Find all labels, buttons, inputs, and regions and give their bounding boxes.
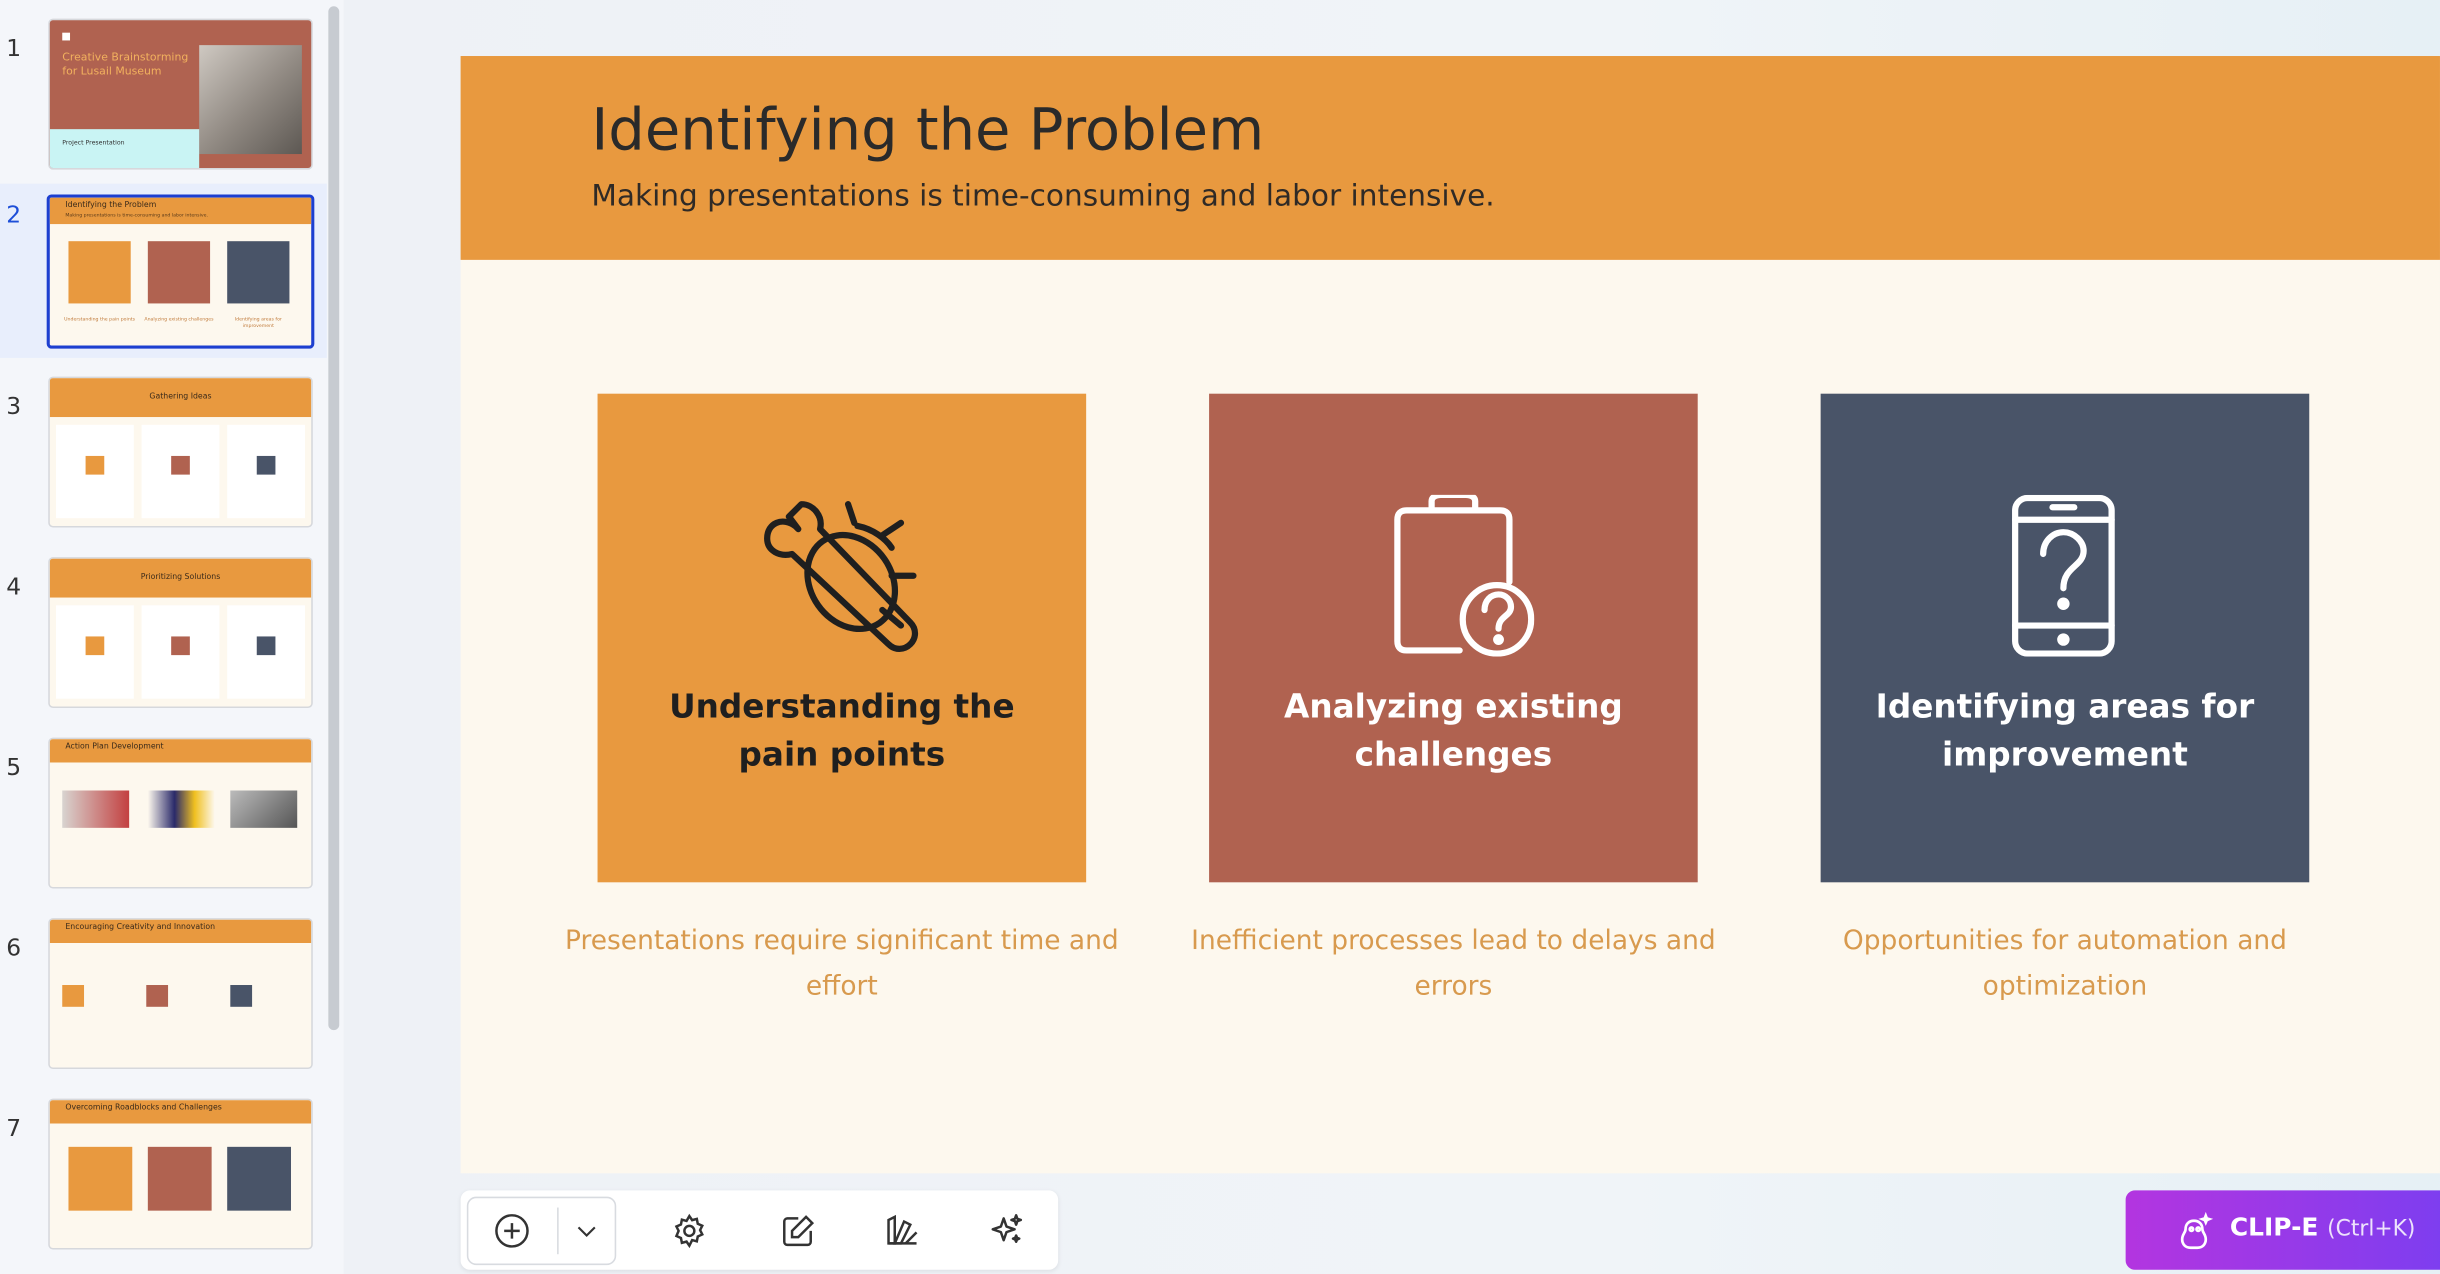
slide-thumbnail-3[interactable]: 3 Gathering Ideas bbox=[0, 376, 327, 551]
museum-photo bbox=[199, 45, 302, 155]
slide-thumbnail-preview[interactable]: Prioritizing Solutions bbox=[48, 557, 313, 709]
slide-thumbnail-7[interactable]: 7 Overcoming Roadblocks and Challenges bbox=[0, 1098, 327, 1273]
phone-question-icon bbox=[2012, 494, 2115, 657]
thumb-presenter: Project Presentation bbox=[62, 138, 125, 147]
card-caption: Inefficient processes lead to delays and… bbox=[1191, 925, 1716, 1003]
slide-number: 1 bbox=[6, 34, 22, 63]
card-label: Analyzing existing challenges bbox=[1284, 687, 1623, 774]
thumb-card bbox=[147, 241, 211, 304]
thumb-icon bbox=[146, 985, 169, 1007]
design-button[interactable] bbox=[871, 1200, 933, 1262]
card-label: Understanding the pain points bbox=[669, 687, 1015, 774]
slide-thumbnail-preview[interactable]: Overcoming Roadblocks and Challenges bbox=[48, 1098, 313, 1250]
thumb-title: Identifying the Problem bbox=[65, 200, 157, 211]
slide-number: 7 bbox=[6, 1114, 22, 1143]
clip-e-shortcut: (Ctrl+K) bbox=[2327, 1216, 2416, 1242]
thumb-card bbox=[56, 605, 134, 699]
thumb-title: Encouraging Creativity and Innovation bbox=[65, 922, 216, 933]
thumb-subtitle: Making presentations is time-consuming a… bbox=[65, 211, 209, 218]
clip-e-name: CLIP-E bbox=[2229, 1212, 2319, 1242]
thumb-image bbox=[147, 790, 215, 828]
ai-magic-button[interactable] bbox=[976, 1200, 1038, 1262]
slide-header: Identifying the Problem Making presentat… bbox=[460, 56, 2440, 260]
clip-e-assistant-button[interactable]: CLIP-E (Ctrl+K) bbox=[2125, 1190, 2440, 1270]
sparkle-icon bbox=[991, 1214, 1023, 1244]
add-slide-button[interactable] bbox=[481, 1200, 543, 1262]
thumb-caption: Analyzing existing challenges bbox=[144, 315, 214, 323]
slide-thumbnail-preview[interactable]: Encouraging Creativity and Innovation bbox=[48, 918, 313, 1070]
slide-thumbnail-preview[interactable]: Gathering Ideas bbox=[48, 376, 313, 528]
slide-thumbnail-2[interactable]: 2 Identifying the Problem Making present… bbox=[0, 183, 327, 358]
slide-number: 6 bbox=[6, 933, 22, 962]
chevron-down-icon bbox=[577, 1226, 596, 1238]
thumb-title: Creative Brainstorming for Lusail Museum bbox=[62, 51, 189, 78]
slide-thumbnail-5[interactable]: 5 Action Plan Development bbox=[0, 737, 327, 912]
gear-icon bbox=[674, 1213, 704, 1249]
clip-e-label: CLIP-E (Ctrl+K) bbox=[2230, 1212, 2416, 1242]
thumb-title: Prioritizing Solutions bbox=[140, 572, 221, 582]
add-slide-group bbox=[466, 1196, 617, 1266]
card-label: Identifying areas for improvement bbox=[1875, 687, 2255, 774]
slide-subtitle[interactable]: Making presentations is time-consuming a… bbox=[591, 179, 1494, 213]
slide-number: 5 bbox=[6, 753, 22, 782]
edit-button[interactable] bbox=[767, 1200, 829, 1262]
sidebar-scrollbar[interactable] bbox=[328, 6, 340, 1031]
thumb-card bbox=[141, 605, 220, 699]
slide-thumbnail-4[interactable]: 4 Prioritizing Solutions bbox=[0, 557, 327, 731]
thumb-card bbox=[56, 424, 134, 519]
design-icon bbox=[887, 1214, 918, 1245]
thumb-caption: Understanding the pain points bbox=[64, 315, 136, 323]
robot-icon bbox=[2180, 1211, 2214, 1250]
card-areas-improvement[interactable]: Identifying areas for improvement bbox=[1820, 393, 2310, 883]
slide-thumbnail-6[interactable]: 6 Encouraging Creativity and Innovation bbox=[0, 918, 327, 1092]
slide-thumbnail-sidebar: 1 Creative Brainstorming for Lusail Muse… bbox=[0, 0, 346, 1274]
card-caption: Opportunities for automation and optimiz… bbox=[1842, 925, 2287, 1003]
slide-number: 4 bbox=[6, 572, 22, 601]
slide-toolbar bbox=[460, 1190, 1059, 1270]
add-icon bbox=[495, 1214, 529, 1248]
settings-button[interactable] bbox=[658, 1200, 720, 1262]
thumb-caption: Identifying areas for improvement bbox=[234, 315, 282, 329]
card-caption: Presentations require significant time a… bbox=[564, 925, 1119, 1003]
thumb-icon bbox=[62, 985, 85, 1007]
thumb-title: Gathering Ideas bbox=[149, 392, 212, 402]
slide-title[interactable]: Identifying the Problem bbox=[591, 96, 1264, 163]
wrench-bug-icon bbox=[764, 501, 919, 652]
thumb-title: Action Plan Development bbox=[65, 742, 164, 752]
thumb-image bbox=[62, 790, 130, 828]
thumb-title: Overcoming Roadblocks and Challenges bbox=[65, 1103, 222, 1113]
thumb-card bbox=[227, 605, 305, 699]
clipboard-question-icon bbox=[1394, 494, 1535, 657]
thumb-footer bbox=[49, 129, 200, 169]
thumb-card bbox=[227, 241, 290, 304]
thumb-card bbox=[68, 1146, 133, 1211]
card-pain-points[interactable]: Understanding the pain points bbox=[597, 393, 1087, 883]
slide-canvas[interactable]: Identifying the Problem Making presentat… bbox=[460, 56, 2440, 1174]
thumb-icon bbox=[230, 985, 253, 1007]
thumb-card bbox=[141, 424, 220, 519]
logo-mark bbox=[62, 32, 71, 41]
thumb-card bbox=[227, 1146, 291, 1211]
thumb-card bbox=[68, 241, 131, 304]
slide-thumbnail-preview[interactable]: Identifying the Problem Making presentat… bbox=[46, 194, 315, 349]
slide-thumbnail-1[interactable]: 1 Creative Brainstorming for Lusail Muse… bbox=[0, 18, 327, 193]
thumb-card bbox=[147, 1146, 212, 1211]
card-existing-challenges[interactable]: Analyzing existing challenges bbox=[1209, 393, 1698, 883]
slide-number: 2 bbox=[6, 200, 22, 229]
thumb-image bbox=[230, 790, 298, 828]
edit-icon bbox=[783, 1215, 815, 1247]
slide-thumbnail-preview[interactable]: Creative Brainstorming for Lusail Museum… bbox=[48, 18, 313, 170]
slide-thumbnail-preview[interactable]: Action Plan Development bbox=[48, 737, 313, 889]
thumb-card bbox=[227, 424, 305, 519]
slide-number: 3 bbox=[6, 392, 22, 421]
add-slide-dropdown-button[interactable] bbox=[559, 1200, 615, 1262]
